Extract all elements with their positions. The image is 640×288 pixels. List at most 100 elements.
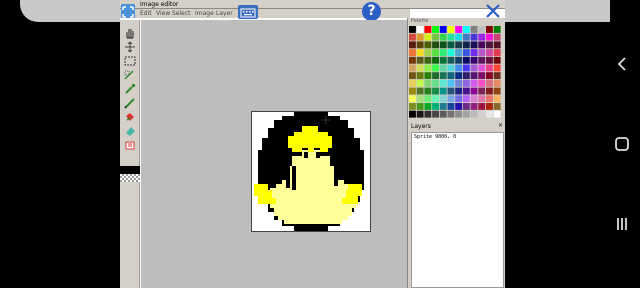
palette-swatch[interactable] xyxy=(493,79,501,87)
palette-swatch[interactable] xyxy=(455,49,463,56)
palette-swatch[interactable] xyxy=(493,49,501,56)
stamp-icon[interactable] xyxy=(123,136,137,150)
menu-select[interactable]: Select xyxy=(172,9,191,18)
palette-swatch[interactable] xyxy=(486,26,493,33)
menu-view[interactable]: View xyxy=(156,9,170,18)
keyboard-icon[interactable] xyxy=(238,5,258,19)
palette-swatch[interactable] xyxy=(455,95,463,103)
palette-swatch[interactable] xyxy=(416,87,424,95)
background-color-swatch[interactable] xyxy=(120,174,140,182)
palette-swatch[interactable] xyxy=(478,79,486,87)
palette-swatch[interactable] xyxy=(462,110,470,118)
color-swatches[interactable] xyxy=(120,166,140,182)
palette-swatch[interactable] xyxy=(416,72,424,80)
palette-swatch[interactable] xyxy=(432,33,439,41)
palette-swatch[interactable] xyxy=(432,87,439,95)
palette-swatch[interactable] xyxy=(409,72,416,80)
palette-swatch[interactable] xyxy=(424,95,432,103)
palette-swatch[interactable] xyxy=(478,49,486,56)
palette-swatch[interactable] xyxy=(470,64,478,72)
palette-swatch[interactable] xyxy=(478,72,486,80)
palette-swatch[interactable] xyxy=(409,64,416,72)
palette-swatch[interactable] xyxy=(416,110,424,118)
palette-swatch[interactable] xyxy=(455,72,463,80)
palette-swatch[interactable] xyxy=(486,103,493,110)
palette-swatch[interactable] xyxy=(455,87,463,95)
palette-swatch[interactable] xyxy=(486,72,493,80)
palette-swatch[interactable] xyxy=(447,33,455,41)
palette-swatch[interactable] xyxy=(432,95,439,103)
back-nav-icon[interactable] xyxy=(612,54,632,74)
palette-swatch[interactable] xyxy=(416,26,424,33)
palette-swatch[interactable] xyxy=(416,41,424,49)
palette-swatch[interactable] xyxy=(432,41,439,49)
palette-swatch[interactable] xyxy=(493,33,501,41)
palette-swatch[interactable] xyxy=(409,87,416,95)
palette-swatch[interactable] xyxy=(455,103,463,110)
palette-swatch[interactable] xyxy=(455,64,463,72)
palette-swatch[interactable] xyxy=(493,41,501,49)
palette-swatch[interactable] xyxy=(432,110,439,118)
magic-wand-icon[interactable] xyxy=(123,66,137,80)
palette-swatch[interactable] xyxy=(470,33,478,41)
palette-swatch[interactable] xyxy=(447,103,455,110)
menu-image[interactable]: Image xyxy=(195,9,214,18)
palette-swatch[interactable] xyxy=(416,56,424,64)
palette-swatch[interactable] xyxy=(447,79,455,87)
palette-swatch[interactable] xyxy=(416,103,424,110)
palette-swatch[interactable] xyxy=(424,41,432,49)
palette-swatch[interactable] xyxy=(447,56,455,64)
palette-swatch[interactable] xyxy=(462,79,470,87)
palette-swatch[interactable] xyxy=(432,64,439,72)
color-palette[interactable] xyxy=(409,26,504,121)
palette-swatch[interactable] xyxy=(432,49,439,56)
palette-swatch[interactable] xyxy=(409,103,416,110)
palette-swatch[interactable] xyxy=(409,110,416,118)
sprite-canvas[interactable] xyxy=(251,111,371,232)
foreground-color-swatch[interactable] xyxy=(120,166,140,174)
layers-close-icon[interactable]: × xyxy=(498,123,504,129)
palette-swatch[interactable] xyxy=(486,49,493,56)
palette-swatch[interactable] xyxy=(493,95,501,103)
palette-swatch[interactable] xyxy=(486,87,493,95)
eraser-icon[interactable] xyxy=(123,122,137,136)
palette-swatch[interactable] xyxy=(447,26,455,33)
palette-swatch[interactable] xyxy=(424,26,432,33)
palette-swatch[interactable] xyxy=(432,72,439,80)
palette-swatch[interactable] xyxy=(424,64,432,72)
palette-swatch[interactable] xyxy=(493,64,501,72)
palette-swatch[interactable] xyxy=(493,56,501,64)
palette-swatch[interactable] xyxy=(462,87,470,95)
select-tool-icon[interactable] xyxy=(123,52,137,66)
palette-swatch[interactable] xyxy=(416,79,424,87)
palette-swatch[interactable] xyxy=(416,64,424,72)
palette-swatch[interactable] xyxy=(486,41,493,49)
palette-swatch[interactable] xyxy=(462,33,470,41)
eyedropper-icon[interactable] xyxy=(123,80,137,94)
palette-swatch[interactable] xyxy=(416,49,424,56)
palette-swatch[interactable] xyxy=(432,56,439,64)
palette-swatch[interactable] xyxy=(462,95,470,103)
palette-swatch[interactable] xyxy=(493,103,501,110)
palette-swatch[interactable] xyxy=(478,87,486,95)
palette-swatch[interactable] xyxy=(447,72,455,80)
paint-bucket-icon[interactable] xyxy=(123,108,137,121)
palette-swatch[interactable] xyxy=(478,95,486,103)
palette-swatch[interactable] xyxy=(462,26,470,33)
palette-swatch[interactable] xyxy=(424,33,432,41)
palette-swatch[interactable] xyxy=(447,49,455,56)
palette-swatch[interactable] xyxy=(447,41,455,49)
move-tool-icon[interactable] xyxy=(123,38,137,53)
palette-swatch[interactable] xyxy=(439,87,447,95)
palette-swatch[interactable] xyxy=(470,87,478,95)
palette-swatch[interactable] xyxy=(409,95,416,103)
menu-layer[interactable]: Layer xyxy=(216,9,233,18)
palette-swatch[interactable] xyxy=(416,95,424,103)
palette-swatch[interactable] xyxy=(462,41,470,49)
palette-swatch[interactable] xyxy=(462,64,470,72)
palette-swatch[interactable] xyxy=(470,103,478,110)
palette-swatch[interactable] xyxy=(486,64,493,72)
home-nav-icon[interactable] xyxy=(612,134,632,154)
palette-swatch[interactable] xyxy=(455,79,463,87)
close-icon[interactable] xyxy=(485,3,501,19)
